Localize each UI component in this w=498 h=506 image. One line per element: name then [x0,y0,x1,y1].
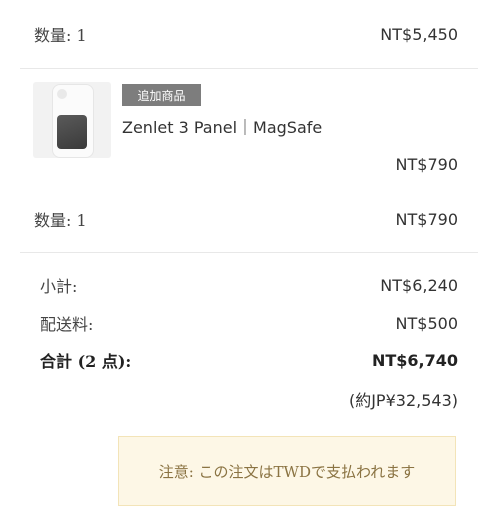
converted-row: (約JP¥32,543) [34,387,458,411]
subtotal-value: NT$6,240 [380,275,458,295]
total-row: 合計 (2 点): NT$6,740 [40,348,458,372]
divider [20,68,478,69]
item2-unit-price: NT$790 [395,154,458,174]
currency-notice-text: 注意: この注文はTWDで支払われます [158,462,416,481]
total-label: 合計 (2 点): [40,352,132,371]
converted-total: (約JP¥32,543) [348,391,458,410]
camera-lens-shape [57,89,67,99]
subtotal-row: 小計: NT$6,240 [40,273,458,297]
currency-notice: 注意: この注文はTWDで支払われます [118,436,456,506]
divider [20,252,478,253]
item2-row: 数量: 1 NT$790 [34,207,458,231]
product-thumbnail[interactable] [33,82,111,158]
item2-unit-price-row: NT$790 [34,152,458,176]
shipping-label: 配送料: [40,315,94,334]
item1-quantity: 数量: 1 [34,26,87,45]
item2-quantity: 数量: 1 [34,211,87,230]
subtotal-label: 小計: [40,277,78,296]
addon-badge: 追加商品 [122,84,201,106]
item1-price: NT$5,450 [380,24,458,44]
phone-case-image [52,84,94,158]
product-name[interactable]: Zenlet 3 Panel｜MagSafe [122,114,322,138]
item2-price: NT$790 [395,209,458,229]
shipping-value: NT$500 [395,313,458,333]
wallet-image [57,115,87,149]
shipping-row: 配送料: NT$500 [40,311,458,335]
total-value: NT$6,740 [371,350,458,370]
item1-row: 数量: 1 NT$5,450 [34,22,458,46]
